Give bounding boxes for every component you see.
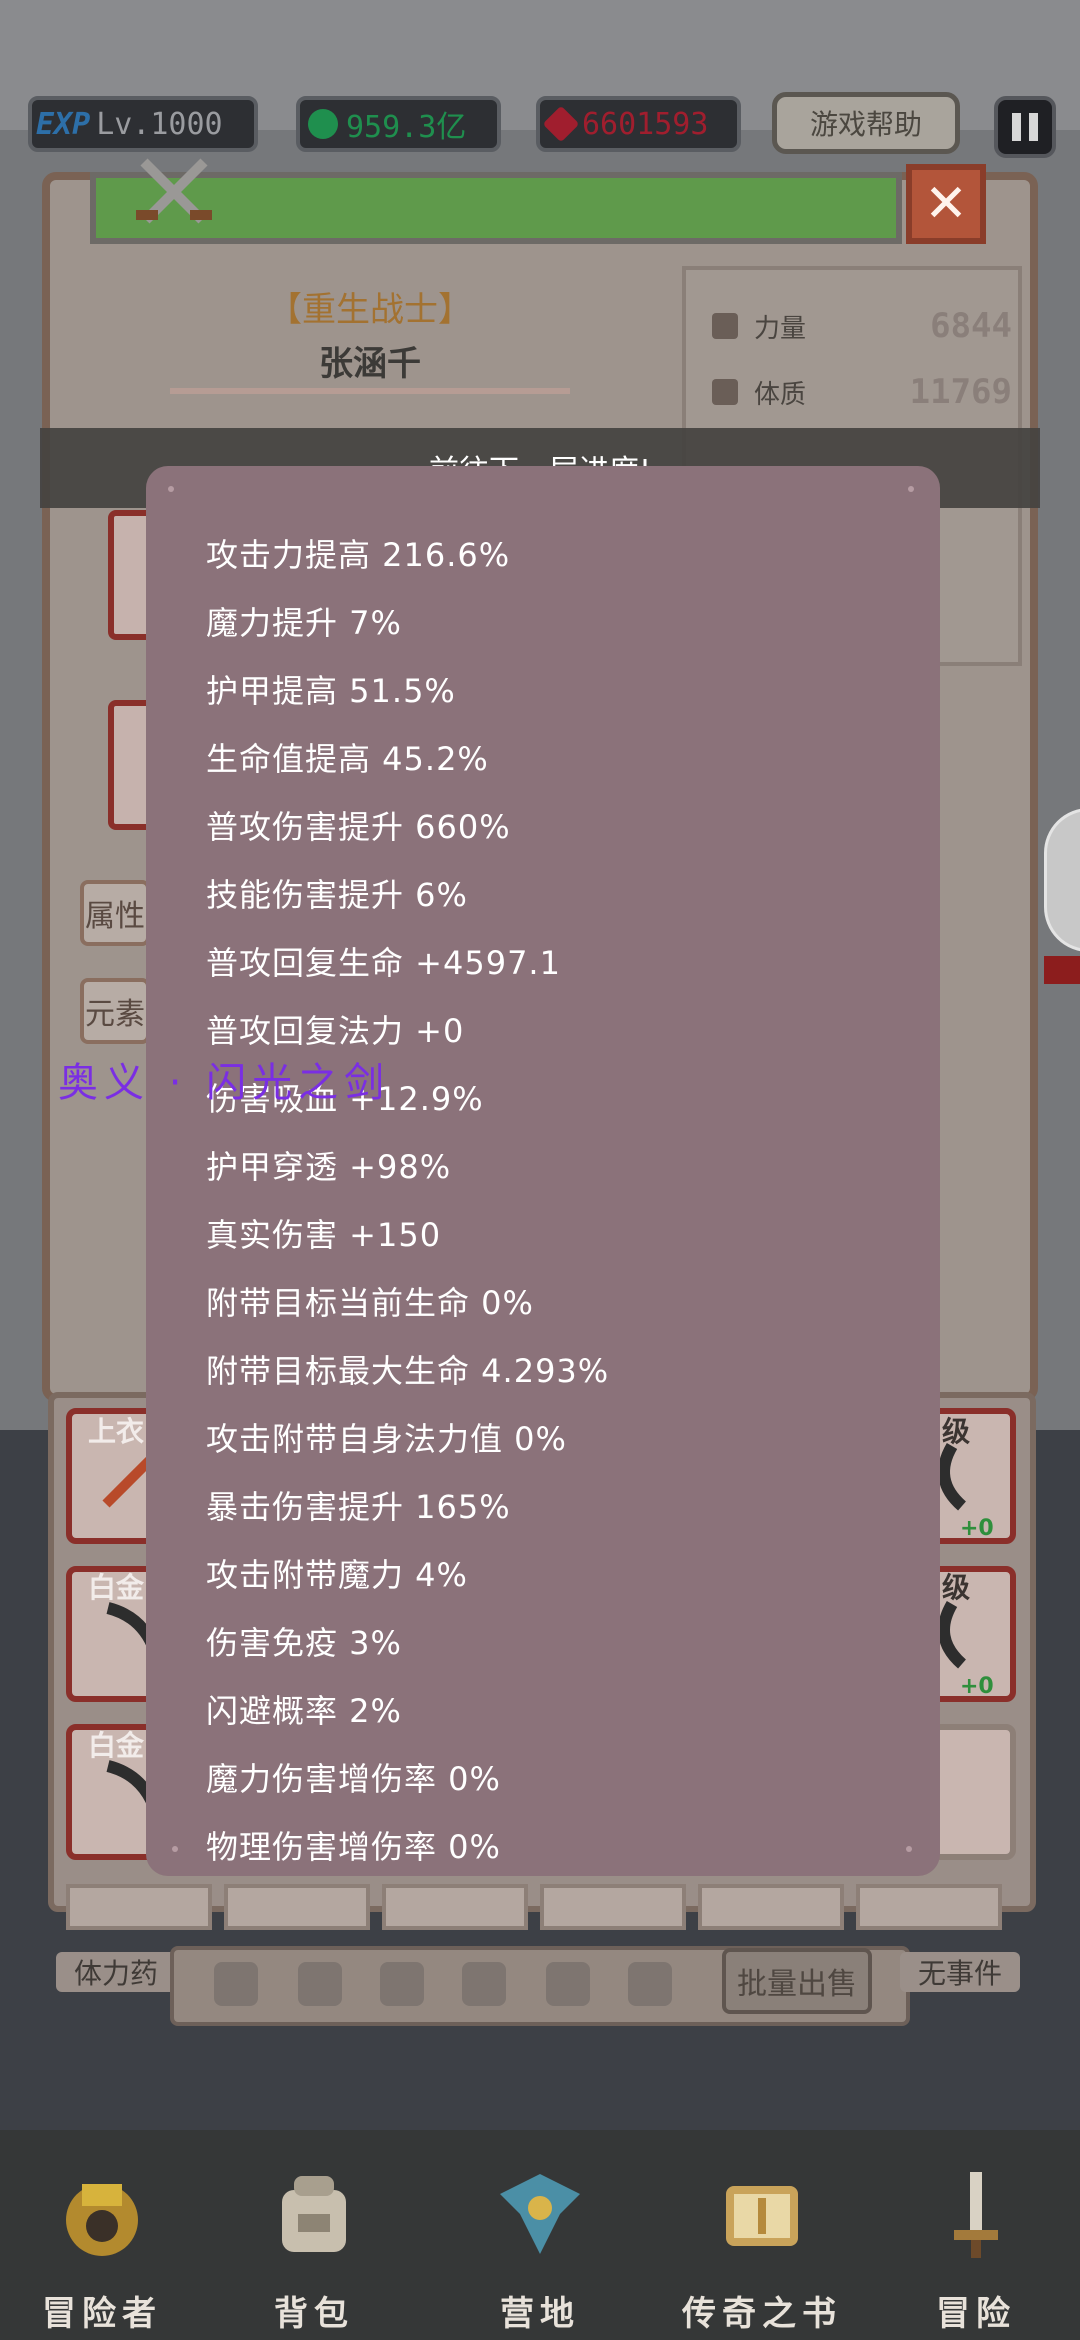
- tab-label: 属性: [85, 899, 145, 934]
- popup-corner-dot: [908, 486, 914, 492]
- stamina-potion-label[interactable]: 体力药: [56, 1952, 176, 1992]
- stat-bonus-line: 闪避概率 2%: [206, 1692, 402, 1730]
- tab-attributes[interactable]: 属性: [80, 880, 150, 946]
- slot-type-label: 上衣: [88, 1415, 145, 1448]
- book-icon: [726, 2186, 798, 2246]
- boots-tab-icon[interactable]: [546, 1962, 590, 2006]
- stat-bonus-line: 附带目标最大生命 4.293%: [206, 1352, 610, 1390]
- backpack-icon: [282, 2176, 346, 2252]
- helmet-tab-icon[interactable]: [380, 1962, 424, 2006]
- nav-label: 背包: [274, 2294, 354, 2334]
- exp-level-display: EXP Lv.1000: [28, 96, 258, 152]
- stat-bonus-line: 魔力提升 7%: [206, 604, 402, 642]
- stat-bonus-line: 物理伤害增伤率 0%: [206, 1828, 501, 1866]
- enhance-level: +0: [960, 1674, 994, 1699]
- stat-label: 力量: [754, 313, 807, 344]
- inventory-cell[interactable]: [540, 1884, 686, 1930]
- gem-display: 6601593: [536, 96, 741, 152]
- crossed-swords-icon: [136, 158, 212, 224]
- stat-strength: 力量 6844: [712, 306, 1012, 346]
- gem-icon: [542, 105, 580, 143]
- inventory-cell[interactable]: [382, 1884, 528, 1930]
- inventory-cell[interactable]: [698, 1884, 844, 1930]
- gold-value: 959.3亿: [346, 110, 467, 145]
- inventory-cell-row: [66, 1884, 1002, 1930]
- stat-bonus-line: 技能伤害提升 6%: [206, 876, 468, 914]
- camp-icon: [500, 2174, 580, 2254]
- inventory-cell[interactable]: [66, 1884, 212, 1930]
- popup-corner-dot: [168, 486, 174, 492]
- name-divider: [170, 388, 570, 394]
- gold-coin-icon: [308, 109, 338, 139]
- stat-value: 11769: [909, 372, 1012, 412]
- stat-bonus-line: 护甲提高 51.5%: [206, 672, 456, 710]
- exp-badge: EXP: [36, 106, 91, 142]
- slot-grade-label: 级: [942, 1415, 971, 1448]
- tab-elements[interactable]: 元素: [80, 978, 150, 1044]
- gold-display: 959.3亿: [296, 96, 501, 152]
- ring-tab-icon[interactable]: [628, 1962, 672, 2006]
- slot-type-label: 白金: [88, 1729, 145, 1762]
- stat-bonus-line: 普攻回复法力 +0: [206, 1012, 465, 1050]
- stat-bonus-line: 暴击伤害提升 165%: [206, 1488, 511, 1526]
- stat-bonus-line: 附带目标当前生命 0%: [206, 1284, 534, 1322]
- stat-label: 体质: [754, 379, 807, 410]
- nav-adventure[interactable]: 冒险: [886, 2164, 1066, 2334]
- nav-label: 冒险者: [42, 2294, 162, 2334]
- stat-value: 6844: [930, 306, 1012, 346]
- stat-bonus-line: 攻击附带自身法力值 0%: [206, 1420, 567, 1458]
- gem-value: 6601593: [582, 106, 709, 142]
- pause-icon: [1012, 113, 1021, 141]
- bulk-sell-button[interactable]: 批量出售: [722, 1948, 872, 2014]
- enhance-level: +0: [960, 1516, 994, 1541]
- nav-label: 传奇之书: [682, 2294, 842, 2334]
- character-name: 张涵千: [319, 344, 421, 384]
- strength-icon: [712, 313, 738, 339]
- tab-label: 元素: [85, 997, 145, 1032]
- helmet-icon: [66, 2184, 138, 2256]
- no-event-label: 无事件: [900, 1952, 1020, 1992]
- nav-backpack[interactable]: 背包: [224, 2164, 404, 2334]
- nav-label: 营地: [500, 2294, 580, 2334]
- level-value: Lv.1000: [96, 106, 223, 142]
- stat-constitution: 体质 11769: [712, 372, 1012, 412]
- stat-bonus-line: 生命值提高 45.2%: [206, 740, 489, 778]
- nav-adventurer[interactable]: 冒险者: [12, 2164, 192, 2334]
- slot-type-label: 白金: [88, 1571, 145, 1604]
- inventory-cell[interactable]: [856, 1884, 1002, 1930]
- heart-icon: [712, 379, 738, 405]
- slot-grade-label: 级: [942, 1571, 971, 1604]
- weapon-tab-icon[interactable]: [214, 1962, 258, 2006]
- stat-bonus-line: 攻击力提高 216.6%: [206, 536, 511, 574]
- sword-icon: [954, 2172, 998, 2258]
- pause-button[interactable]: [994, 96, 1056, 158]
- stat-bonus-line: 普攻伤害提升 660%: [206, 808, 511, 846]
- close-button[interactable]: ✕: [906, 164, 986, 244]
- game-help-button[interactable]: 游戏帮助: [772, 92, 960, 154]
- floating-badge: [1044, 956, 1080, 984]
- accessory-tab-icon[interactable]: [462, 1962, 506, 2006]
- close-icon: ✕: [924, 174, 968, 234]
- character-class: 【重生战士】: [268, 290, 472, 330]
- popup-corner-dot: [172, 1846, 178, 1852]
- stat-bonus-line: 伤害免疫 3%: [206, 1624, 402, 1662]
- armor-tab-icon[interactable]: [298, 1962, 342, 2006]
- nav-label: 冒险: [936, 2294, 1016, 2334]
- stat-bonus-line: 真实伤害 +150: [206, 1216, 442, 1254]
- nav-camp[interactable]: 营地: [450, 2164, 630, 2334]
- nav-legend-book[interactable]: 传奇之书: [672, 2164, 852, 2334]
- stat-bonus-line: 攻击附带魔力 4%: [206, 1556, 468, 1594]
- inventory-cell[interactable]: [224, 1884, 370, 1930]
- skill-name-label: 奥义 · 闪光之剑: [58, 1060, 391, 1106]
- stat-bonus-line: 魔力伤害增伤率 0%: [206, 1760, 501, 1798]
- stat-bonus-line: 普攻回复生命 +4597.1: [206, 944, 561, 982]
- stat-bonus-line: 护甲穿透 +98%: [206, 1148, 452, 1186]
- popup-corner-dot: [906, 1846, 912, 1852]
